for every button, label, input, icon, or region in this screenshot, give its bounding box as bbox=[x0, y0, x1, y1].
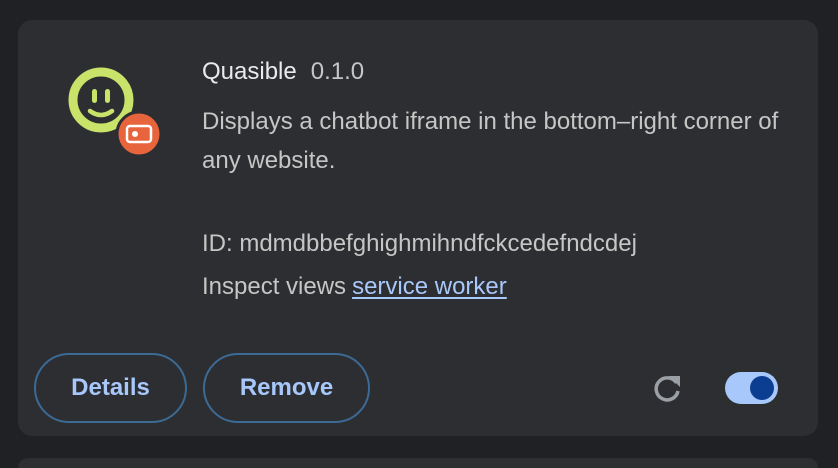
unpacked-extension-badge-icon bbox=[115, 110, 163, 158]
inspect-views: Inspect views service worker bbox=[202, 273, 507, 301]
extension-icon bbox=[68, 67, 164, 163]
inspect-views-label: Inspect views bbox=[202, 273, 347, 300]
extension-description: Displays a chatbot iframe in the bottom–… bbox=[202, 108, 779, 174]
extension-name: Quasible bbox=[202, 58, 297, 85]
remove-button[interactable]: Remove bbox=[203, 353, 370, 423]
reload-icon[interactable] bbox=[652, 372, 684, 404]
next-card-edge bbox=[18, 458, 818, 468]
extension-version: 0.1.0 bbox=[310, 58, 365, 85]
extension-title: Quasible 0.1.0 bbox=[202, 58, 364, 86]
extension-card: Quasible 0.1.0 Displays a chatbot iframe … bbox=[18, 20, 818, 436]
toggle-knob bbox=[750, 376, 774, 400]
service-worker-link[interactable]: service worker bbox=[352, 273, 507, 300]
extension-id: ID: mdmdbbefghighmihndfckcedefndcdej bbox=[202, 230, 637, 257]
details-button[interactable]: Details bbox=[34, 353, 187, 423]
enable-toggle[interactable] bbox=[725, 372, 778, 404]
